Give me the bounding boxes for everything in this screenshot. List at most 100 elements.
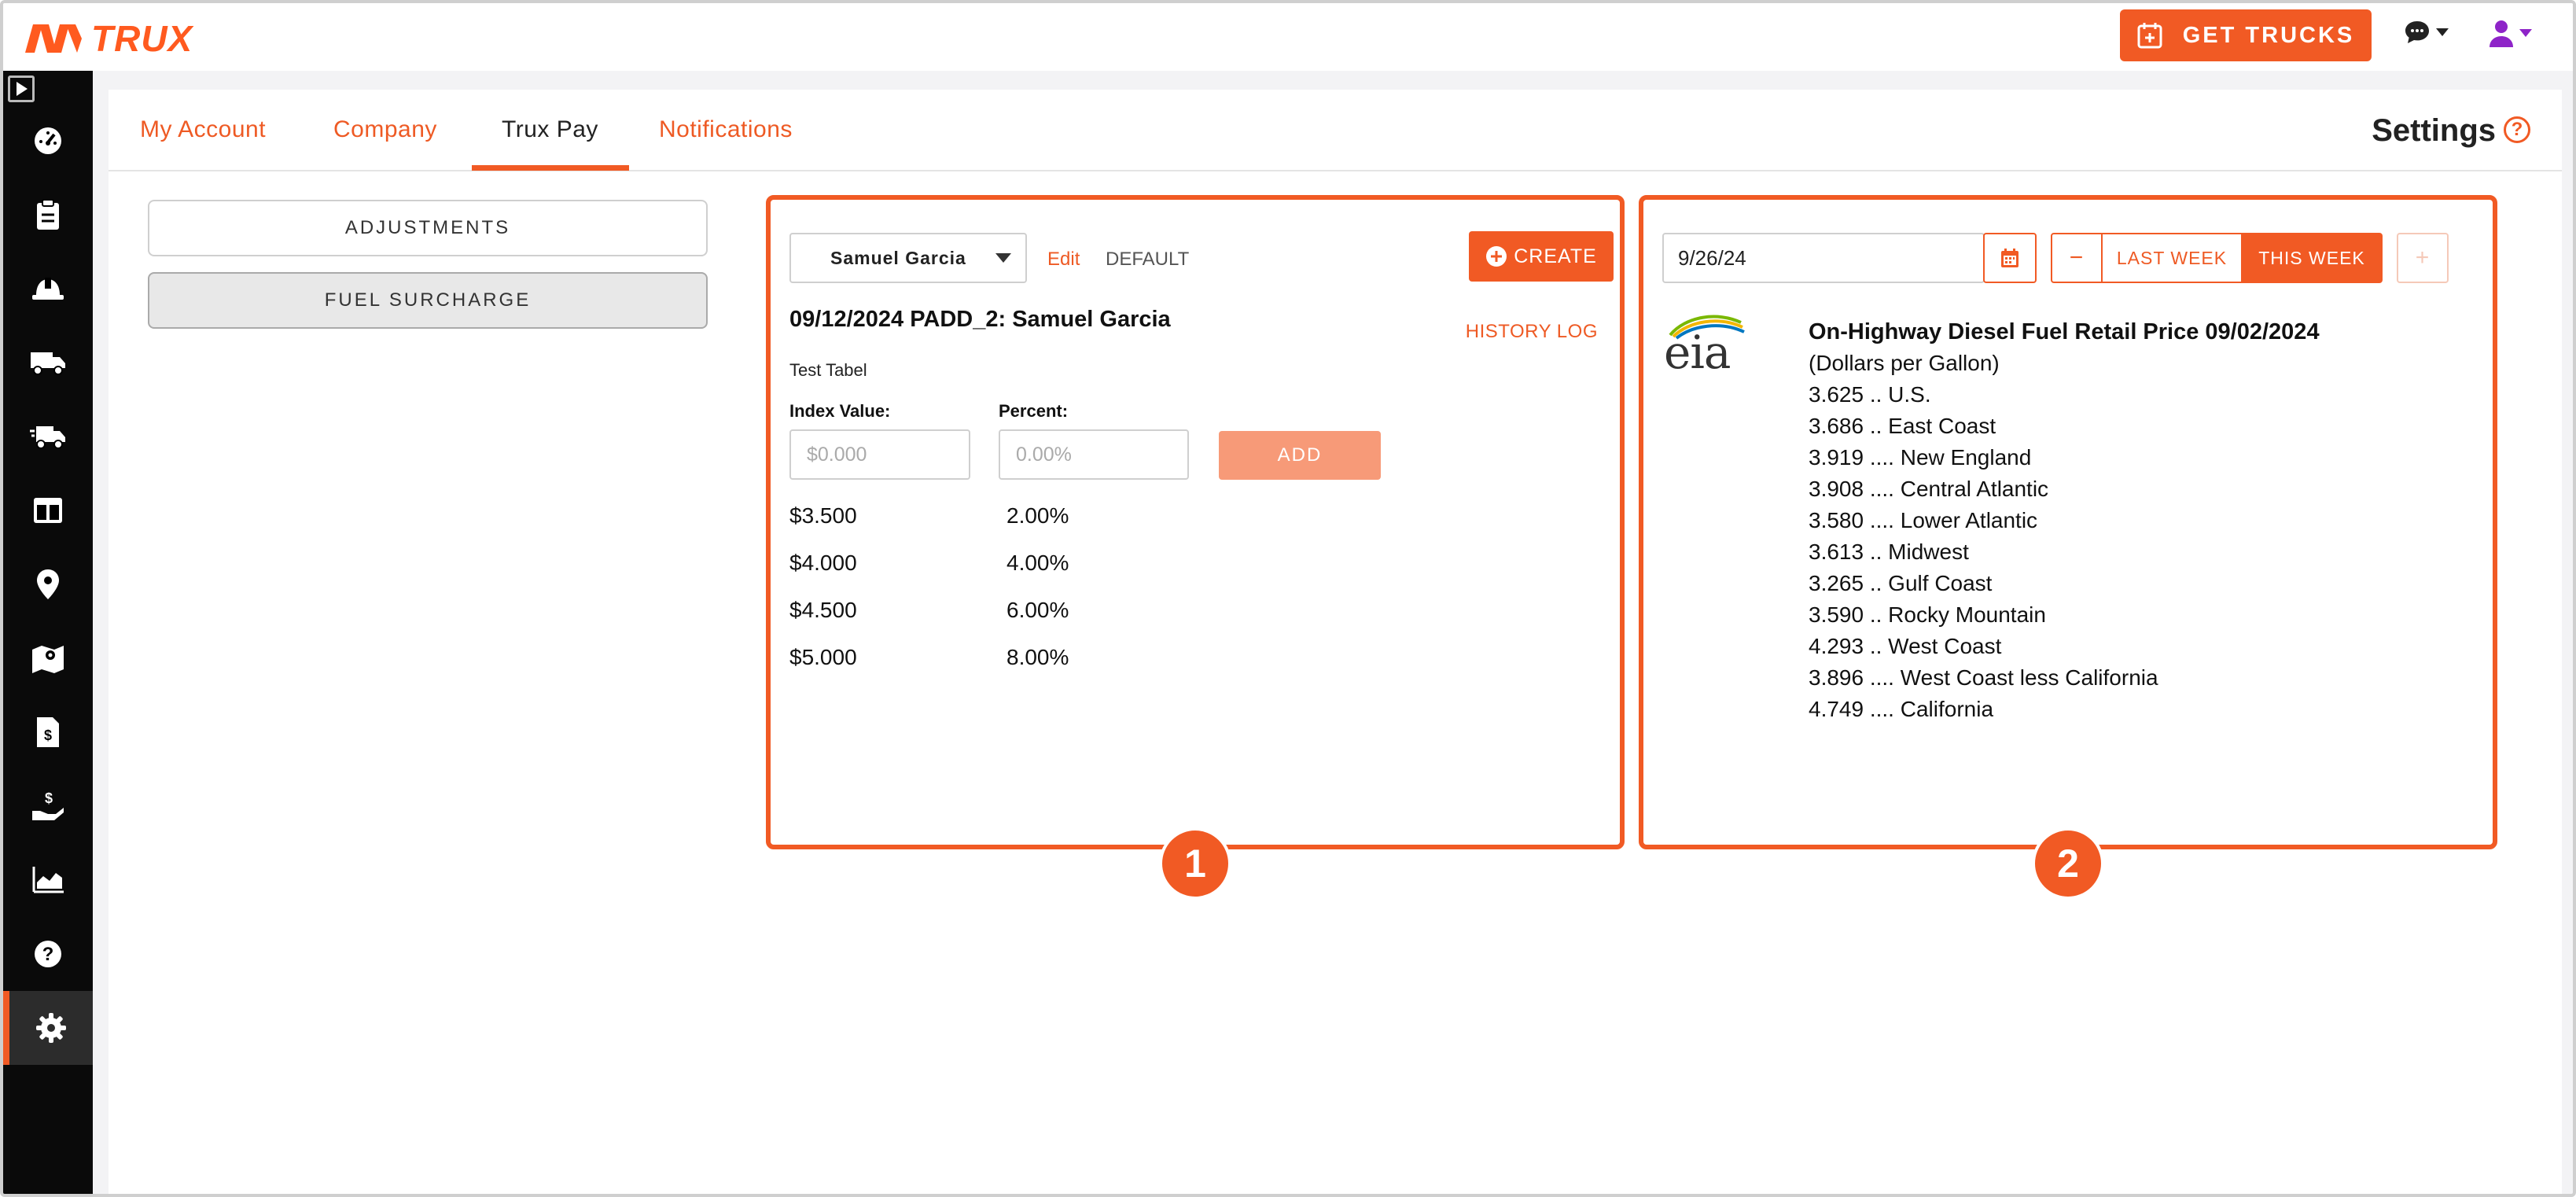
active-tab-indicator (472, 165, 629, 171)
sidebar-item-locations[interactable] (3, 547, 93, 621)
eia-fuel-price-panel: 9/26/24 − LAST WEEK THIS WEEK + eia On-H… (1639, 195, 2497, 849)
row-index-value: $5.000 (789, 645, 857, 669)
index-value-input[interactable]: $0.000 (789, 429, 970, 480)
chart-icon (32, 867, 64, 893)
tab-trux-pay[interactable]: Trux Pay (502, 116, 598, 143)
svg-text:?: ? (42, 944, 54, 965)
row-percent-value: 2.00% (1006, 503, 1069, 528)
truck-icon (31, 352, 65, 375)
chevron-down-icon (2519, 29, 2532, 37)
fuel-price-title: On-Highway Diesel Fuel Retail Price 09/0… (1809, 319, 2320, 344)
edit-link[interactable]: Edit (1047, 249, 1080, 271)
fuel-price-line: 3.686 .. East Coast (1809, 414, 1996, 438)
table-title: 09/12/2024 PADD_2: Samuel Garcia (789, 307, 1171, 332)
sidebar: $ $ ? (3, 71, 93, 1194)
clipboard-icon (37, 199, 59, 230)
svg-text:$: $ (45, 790, 53, 806)
gear-icon (36, 1013, 66, 1043)
fuel-surcharge-table-panel: Samuel Garcia Edit DEFAULT CREATE 09/12/… (766, 195, 1625, 849)
fuel-price-line: 3.625 .. U.S. (1809, 382, 1931, 407)
fuel-price-line: 3.896 .... West Coast less California (1809, 665, 2158, 690)
chat-icon (2405, 21, 2429, 43)
callout-badge-1: 1 (1159, 827, 1231, 900)
callout-badge-2: 2 (2032, 827, 2104, 900)
get-trucks-label: GET TRUCKS (2182, 22, 2355, 48)
calendar-icon (2001, 249, 2018, 267)
calendar-button[interactable] (1983, 233, 2037, 283)
invoice-icon: $ (37, 717, 59, 747)
location-pin-icon (37, 569, 59, 599)
row-percent-value: 8.00% (1006, 645, 1069, 669)
columns-icon (34, 498, 62, 523)
row-index-value: $4.500 (789, 598, 857, 622)
tab-notifications[interactable]: Notifications (659, 116, 793, 143)
previous-week-button[interactable]: − (2051, 233, 2103, 283)
caret-down-icon (995, 253, 1011, 263)
index-value-label: Index Value: (789, 401, 891, 421)
fuel-price-line: (Dollars per Gallon) (1809, 351, 2000, 375)
sidebar-item-loads[interactable] (3, 178, 93, 252)
date-input[interactable]: 9/26/24 (1662, 233, 1985, 283)
fuel-price-line: 4.749 .... California (1809, 697, 1994, 721)
sidebar-item-trucks[interactable] (3, 326, 93, 400)
plus-circle-icon (1486, 246, 1507, 267)
tab-my-account[interactable]: My Account (140, 116, 266, 143)
sidebar-item-dashboard[interactable] (3, 104, 93, 178)
percent-label: Percent: (999, 401, 1069, 421)
fuel-price-line: 3.613 .. Midwest (1809, 540, 1969, 564)
calendar-plus-icon (2137, 23, 2162, 49)
sidebar-item-payments[interactable]: $ (3, 769, 93, 843)
sidebar-item-invoices[interactable]: $ (3, 695, 93, 769)
get-trucks-button[interactable]: GET TRUCKS (2120, 9, 2372, 61)
row-percent-value: 4.00% (1006, 551, 1069, 575)
last-week-button[interactable]: LAST WEEK (2101, 233, 2243, 283)
payment-hand-icon: $ (32, 790, 64, 820)
sidebar-item-help[interactable]: ? (3, 917, 93, 991)
app-window: TRUX GET TRUCKS $ $ ? My Account Company… (0, 0, 2576, 1197)
fuel-price-line: 3.919 .... New England (1809, 445, 2032, 470)
fuel-surcharge-button[interactable]: FUEL SURCHARGE (148, 272, 708, 329)
sidebar-item-settings[interactable] (3, 991, 93, 1065)
user-menu[interactable] (2488, 19, 2532, 47)
trux-logo-icon (25, 24, 82, 53)
adjustments-button[interactable]: ADJUSTMENTS (148, 200, 708, 256)
row-index-value: $3.500 (789, 503, 857, 528)
settings-card: My Account Company Trux Pay Notification… (109, 90, 2562, 1194)
hardhat-icon (32, 278, 64, 300)
page-title: Settings (2372, 113, 2496, 148)
tab-company[interactable]: Company (333, 116, 437, 143)
chevron-down-icon (2436, 28, 2449, 36)
driver-select-value: Samuel Garcia (830, 247, 966, 268)
help-circle-icon[interactable]: ? (2504, 116, 2530, 143)
percent-input[interactable]: 0.00% (999, 429, 1189, 480)
table-name: Test Tabel (789, 360, 867, 380)
fuel-price-line: 3.908 .... Central Atlantic (1809, 477, 2049, 501)
fuel-price-line: 3.590 .. Rocky Mountain (1809, 602, 2046, 627)
sidebar-item-board[interactable] (3, 473, 93, 547)
sidebar-item-dispatch[interactable] (3, 400, 93, 473)
user-icon (2490, 20, 2513, 47)
messages-menu[interactable] (2403, 19, 2449, 46)
brand-logo[interactable]: TRUX (25, 17, 193, 60)
dashboard-icon (35, 127, 61, 154)
history-log-link[interactable]: HISTORY LOG (1466, 321, 1598, 343)
sidebar-item-map[interactable] (3, 621, 93, 695)
sidebar-item-reports[interactable] (3, 843, 93, 917)
row-index-value: $4.000 (789, 551, 857, 575)
top-bar: TRUX GET TRUCKS (3, 3, 2573, 71)
add-button[interactable]: ADD (1219, 431, 1381, 480)
row-percent-value: 6.00% (1006, 598, 1069, 622)
next-week-button[interactable]: + (2397, 233, 2449, 283)
fast-truck-icon (30, 426, 65, 449)
map-icon (32, 646, 64, 673)
default-label: DEFAULT (1106, 249, 1190, 270)
fuel-price-line: 4.293 .. West Coast (1809, 634, 2002, 658)
help-icon: ? (35, 941, 61, 967)
create-label: CREATE (1514, 245, 1597, 267)
eia-logo-text: eia (1664, 326, 1731, 379)
sidebar-item-workers[interactable] (3, 252, 93, 326)
this-week-button[interactable]: THIS WEEK (2241, 233, 2383, 283)
driver-select[interactable]: Samuel Garcia (789, 233, 1027, 283)
expand-sidebar-icon[interactable] (8, 76, 35, 102)
create-button[interactable]: CREATE (1469, 231, 1614, 282)
